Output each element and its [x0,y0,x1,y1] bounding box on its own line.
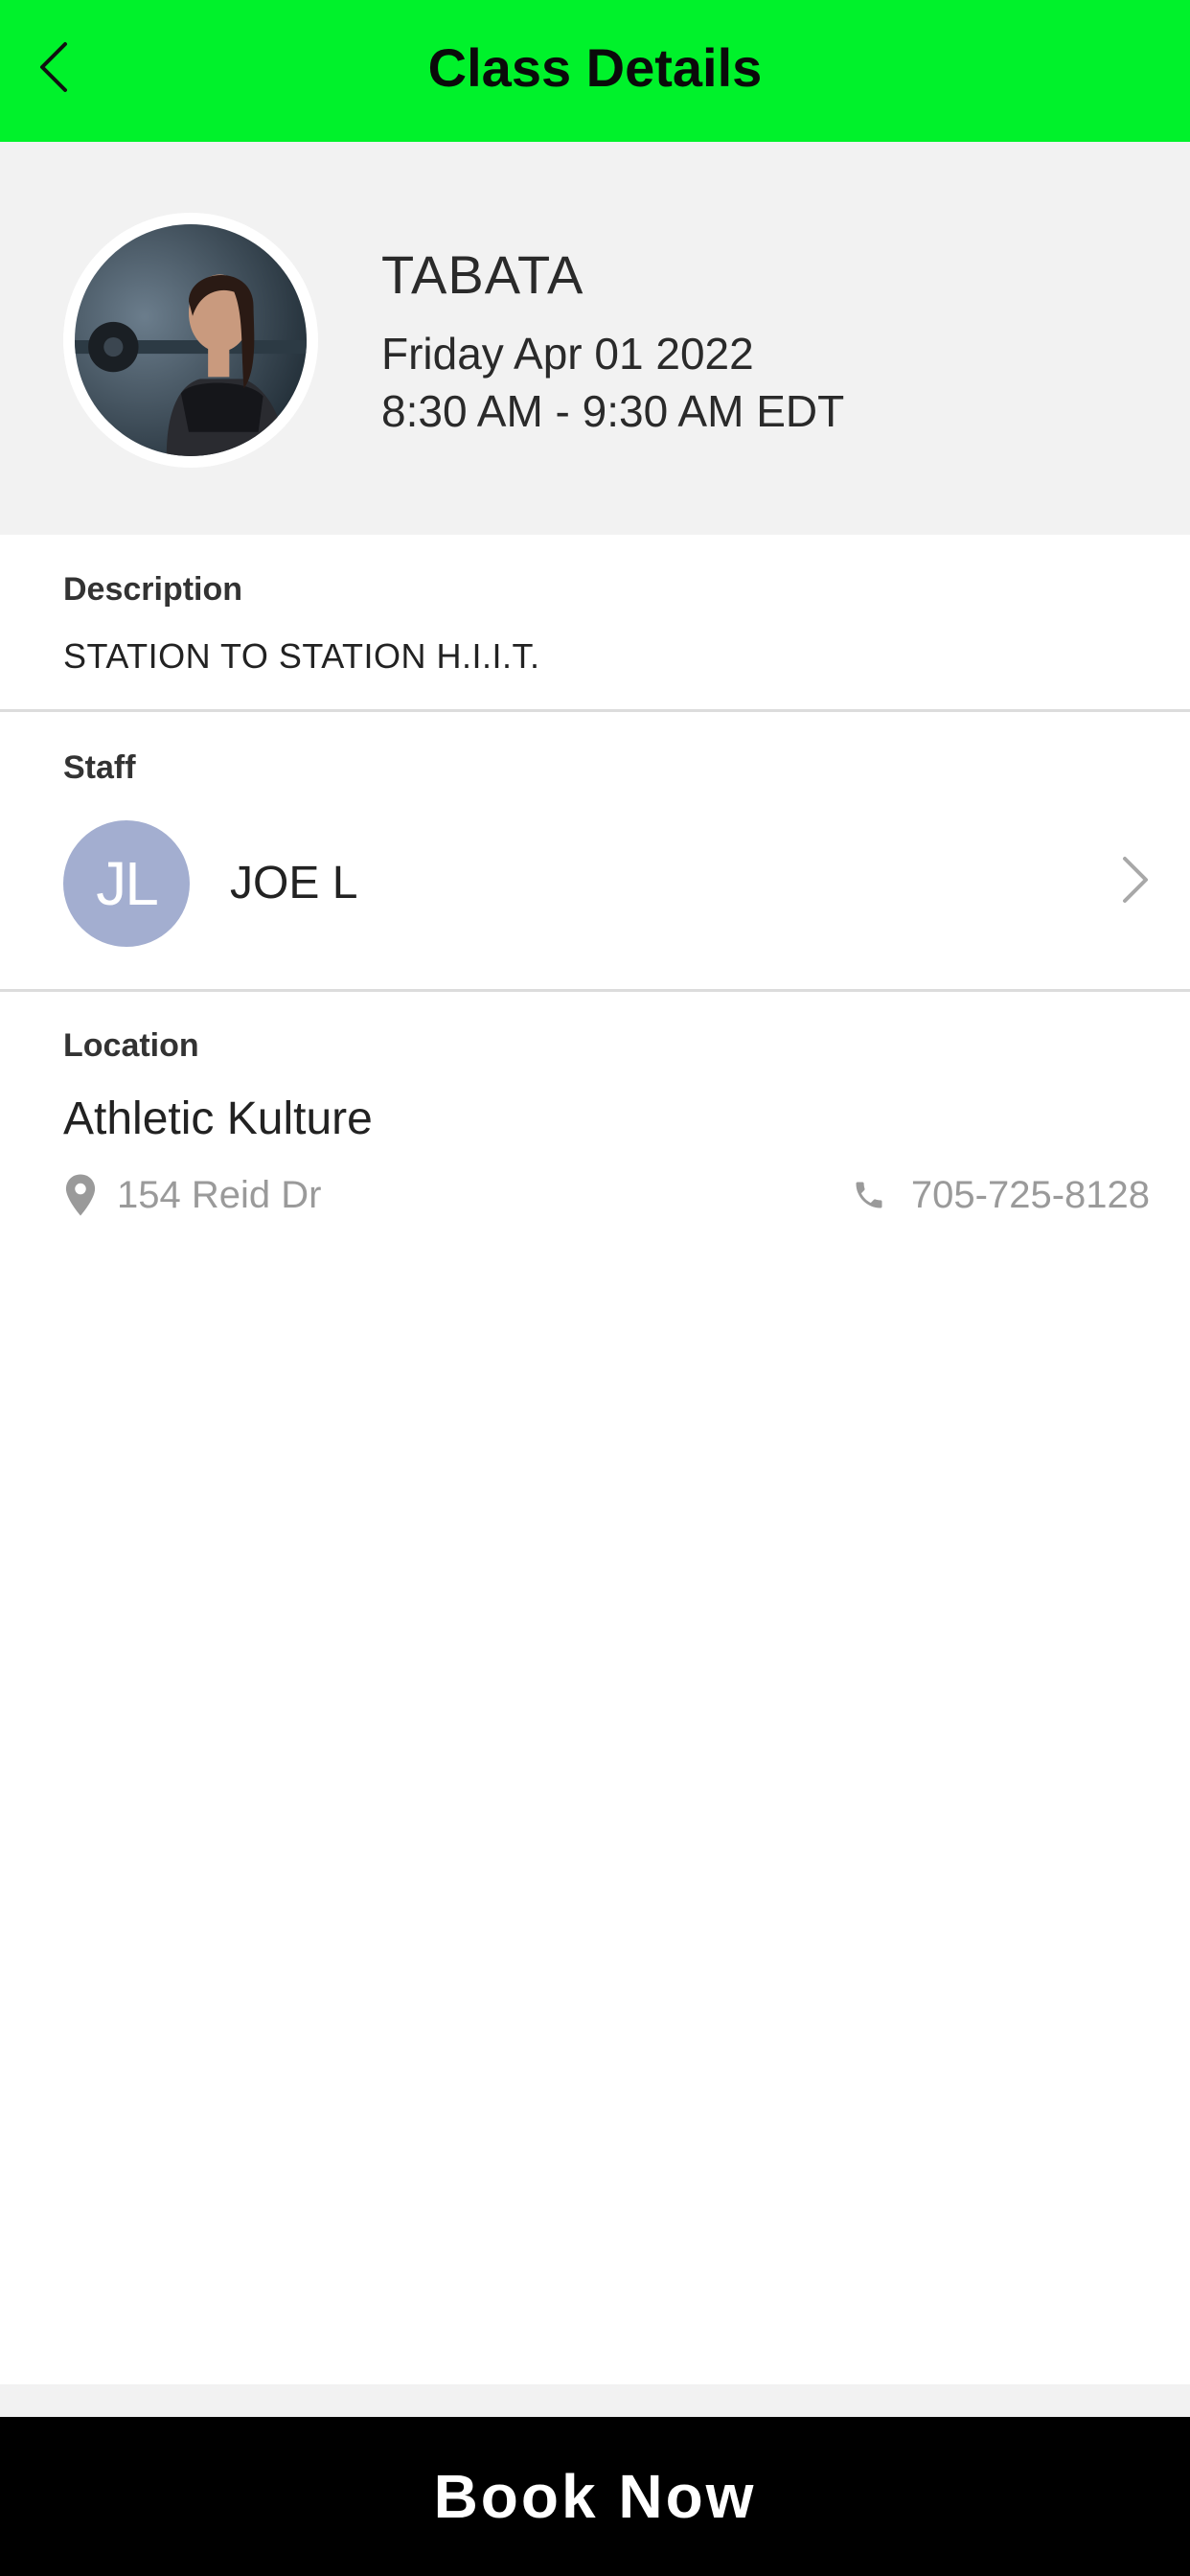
class-name: TABATA [381,244,584,305]
divider [0,709,1190,712]
class-photo-image [75,224,307,456]
staff-name: JOE L [230,858,358,908]
header-bar: Class Details [0,0,1190,142]
class-date: Friday Apr 01 2022 [381,329,754,379]
description-text: STATION TO STATION H.I.I.T. [63,636,540,676]
map-pin-icon [65,1174,96,1216]
description-label: Description [63,571,243,608]
location-address[interactable]: 154 Reid Dr [63,1171,321,1219]
class-time: 8:30 AM - 9:30 AM EDT [381,386,845,436]
page-title: Class Details [427,37,763,98]
class-photo [63,213,318,468]
footer-spacer [0,2384,1190,2417]
divider [0,989,1190,992]
location-phone[interactable]: 705-725-8128 [852,1171,1150,1219]
staff-avatar: JL [63,820,190,947]
staff-row[interactable]: JL JOE L [0,815,1190,953]
location-label: Location [63,1027,199,1064]
address-text: 154 Reid Dr [117,1173,322,1216]
chevron-right-icon [1123,857,1148,903]
phone-icon [856,1182,882,1208]
location-name: Athletic Kulture [63,1093,373,1144]
phone-text: 705-725-8128 [910,1173,1150,1216]
staff-label: Staff [63,749,136,786]
book-now-button[interactable]: Book Now [0,2417,1190,2576]
